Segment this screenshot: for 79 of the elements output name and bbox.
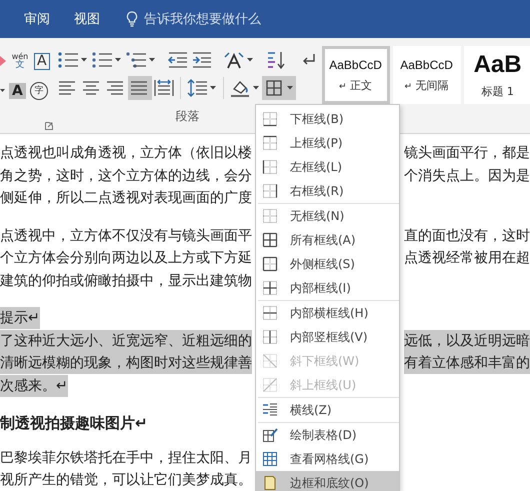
document-text: 建筑的仰拍或俯瞰拍摄中，显示出建筑物 — [0, 272, 252, 291]
menu-item[interactable]: 边框和底纹(O) — [256, 471, 399, 491]
menu-item[interactable]: 无框线(N) — [256, 204, 399, 228]
style-tile[interactable]: AaBbCcD ↵ 无间隔 — [392, 46, 461, 104]
multilevel-icon — [124, 50, 147, 70]
document-text: 了这种近大远小、近宽远窄、近粗远细的 — [0, 330, 252, 352]
document-text: 直的面也没有，这时 — [404, 226, 530, 246]
inside-h-border-icon — [262, 305, 278, 321]
caret-icon — [286, 86, 293, 90]
document-text: 角之势，这时，这个立方体的边线，会分 — [0, 166, 252, 186]
document-text: 清晰远模糊的现象，构图时对这些规律善 — [0, 352, 252, 374]
document-text: 有着立体感和丰富的 — [404, 352, 530, 374]
ribbon-tab[interactable]: 审阅 — [24, 10, 50, 28]
document-text: 镜头画面平行，都是 — [404, 144, 530, 164]
document-text: 提示↵ — [0, 307, 40, 330]
ribbon-tab[interactable]: 视图 — [74, 10, 100, 28]
all-border-icon — [262, 232, 278, 248]
distributed-icon — [152, 78, 175, 98]
document-text: 制透视拍摄趣味图片↵ — [0, 413, 148, 434]
document-text: 点透视中，立方体不仅没有与镜头画面平 — [0, 226, 252, 246]
style-tile[interactable]: AaB 标题 1 — [464, 46, 530, 104]
tell-me-search[interactable]: 告诉我你想要做什么 — [144, 10, 261, 28]
outdent-icon — [166, 50, 189, 70]
document-text: 次感来。↵ — [0, 374, 68, 397]
menu-item[interactable]: 内部框线(I) — [256, 276, 399, 300]
document-text: 个消失点上。因为是 — [404, 166, 530, 186]
left-border-icon — [262, 159, 278, 175]
gridlines-border-icon — [262, 451, 278, 467]
caret-icon — [80, 58, 87, 62]
outside-border-icon — [262, 256, 278, 272]
caret-icon — [210, 86, 216, 90]
numbering-icon — [90, 50, 113, 70]
enclose-characters-button[interactable]: 字 — [30, 82, 48, 100]
phonetic-guide-button[interactable]: wén 文 — [10, 52, 30, 70]
caret-icon[interactable] — [0, 89, 5, 93]
caret-icon — [252, 86, 259, 90]
top-border-icon — [262, 135, 278, 151]
asian-layout-icon — [222, 50, 245, 70]
character-border-button[interactable]: A — [34, 52, 50, 70]
menu-item[interactable]: 内部竖框线(V) — [256, 325, 399, 349]
line-spacing-icon — [186, 78, 208, 98]
lightbulb-icon — [126, 11, 138, 27]
indent-icon — [190, 50, 213, 70]
document-text: 远低，以及近明远暗 — [404, 330, 530, 352]
inside-v-border-icon — [262, 329, 278, 345]
menu-item[interactable]: 绘制表格(D) — [256, 423, 399, 447]
group-label: 段落 — [176, 108, 200, 125]
justify-button[interactable] — [128, 76, 152, 100]
diag-up-border-icon — [262, 377, 278, 393]
document-text: 侧延伸，所以二点透视对表现画面的广度 — [0, 189, 252, 208]
menu-item[interactable]: 左框线(L) — [256, 155, 399, 179]
character-shading-button[interactable]: A — [9, 83, 26, 99]
caret-icon — [246, 58, 253, 62]
caret-icon — [148, 58, 155, 62]
none-border-icon — [262, 208, 278, 224]
draw-table-border-icon — [262, 427, 278, 443]
menu-item[interactable]: 查看网格线(G) — [256, 447, 399, 471]
document-text: 点透视也叫成角透视，立方体（依旧以楼 — [0, 144, 252, 164]
menu-item[interactable]: 所有框线(A) — [256, 228, 399, 252]
document-text: 巴黎埃菲尔铁塔托在手中，捏住太阳、月 — [0, 448, 252, 468]
inside-border-icon — [262, 280, 278, 296]
borders-button[interactable] — [262, 76, 296, 100]
diag-down-border-icon — [262, 353, 278, 369]
dialog-launcher-icon[interactable] — [45, 122, 53, 130]
menu-item[interactable]: 内部横框线(H) — [256, 301, 399, 325]
style-tile[interactable]: AaBbCcD ↵ 正文 — [322, 46, 390, 104]
document-text: 个立方体会分别向两边以及上方或下方延 — [0, 249, 252, 268]
menu-item[interactable]: 横线(Z) — [256, 398, 399, 422]
document-text: 视所产生的错觉，可以让它们美梦成真。 — [0, 471, 252, 490]
menu-item[interactable]: 外侧框线(S) — [256, 252, 399, 276]
menu-item[interactable]: 右框线(R) — [256, 179, 399, 203]
document-text: 点透视经常被用在超 — [404, 249, 530, 268]
menu-item[interactable]: 下框线(B) — [256, 107, 399, 131]
caret-icon — [114, 58, 121, 62]
hline-border-icon — [262, 402, 278, 418]
menu-item[interactable]: 上框线(P) — [256, 131, 399, 155]
bullets-icon — [56, 50, 79, 70]
bottom-border-icon — [262, 111, 278, 127]
right-border-icon — [262, 183, 278, 199]
